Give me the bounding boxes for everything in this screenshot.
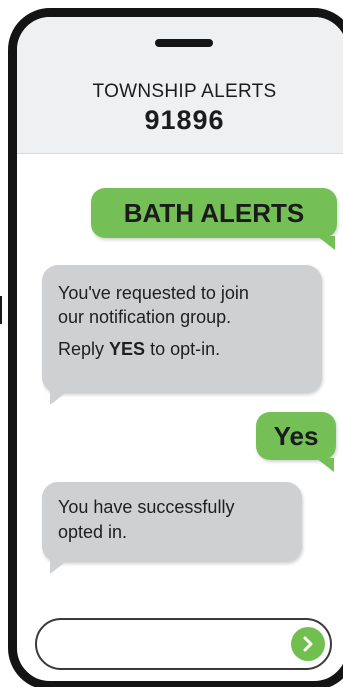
- outgoing-message: Yes: [256, 412, 336, 472]
- message-text: Yes: [273, 421, 319, 451]
- bubble-tail: [50, 391, 68, 405]
- contact-number: 91896: [144, 105, 225, 135]
- message-text: BATH ALERTS: [123, 198, 305, 228]
- phone-frame: TOWNSHIP ALERTS 91896 BATH ALERTS You've…: [8, 8, 343, 687]
- message-line: our notification group.: [58, 307, 232, 327]
- bubble-tail: [316, 458, 334, 472]
- message-line: You've requested to join: [58, 283, 249, 303]
- incoming-message: You have successfully opted in.: [42, 482, 302, 574]
- reply-instruction: Reply YES to opt-in.: [58, 337, 310, 361]
- edge-mark: [0, 296, 2, 324]
- message-line: You have successfully: [58, 497, 235, 517]
- incoming-message: You've requested to join our notificatio…: [42, 265, 322, 405]
- conversation-header: TOWNSHIP ALERTS 91896: [17, 17, 343, 154]
- contact-name: TOWNSHIP ALERTS: [92, 81, 277, 102]
- message-input[interactable]: [35, 618, 332, 670]
- send-button[interactable]: [291, 627, 325, 661]
- chevron-right-icon: [303, 636, 313, 652]
- bubble-tail: [50, 560, 68, 574]
- reply-prefix: Reply: [58, 339, 110, 359]
- reply-keyword: YES: [109, 339, 146, 359]
- bubble-tail: [317, 236, 335, 250]
- screen: TOWNSHIP ALERTS 91896 BATH ALERTS You've…: [0, 0, 343, 687]
- outgoing-message: BATH ALERTS: [91, 188, 337, 250]
- message-line: opted in.: [58, 522, 128, 542]
- reply-suffix: to opt-in.: [145, 339, 221, 359]
- speaker-grille: [155, 39, 213, 47]
